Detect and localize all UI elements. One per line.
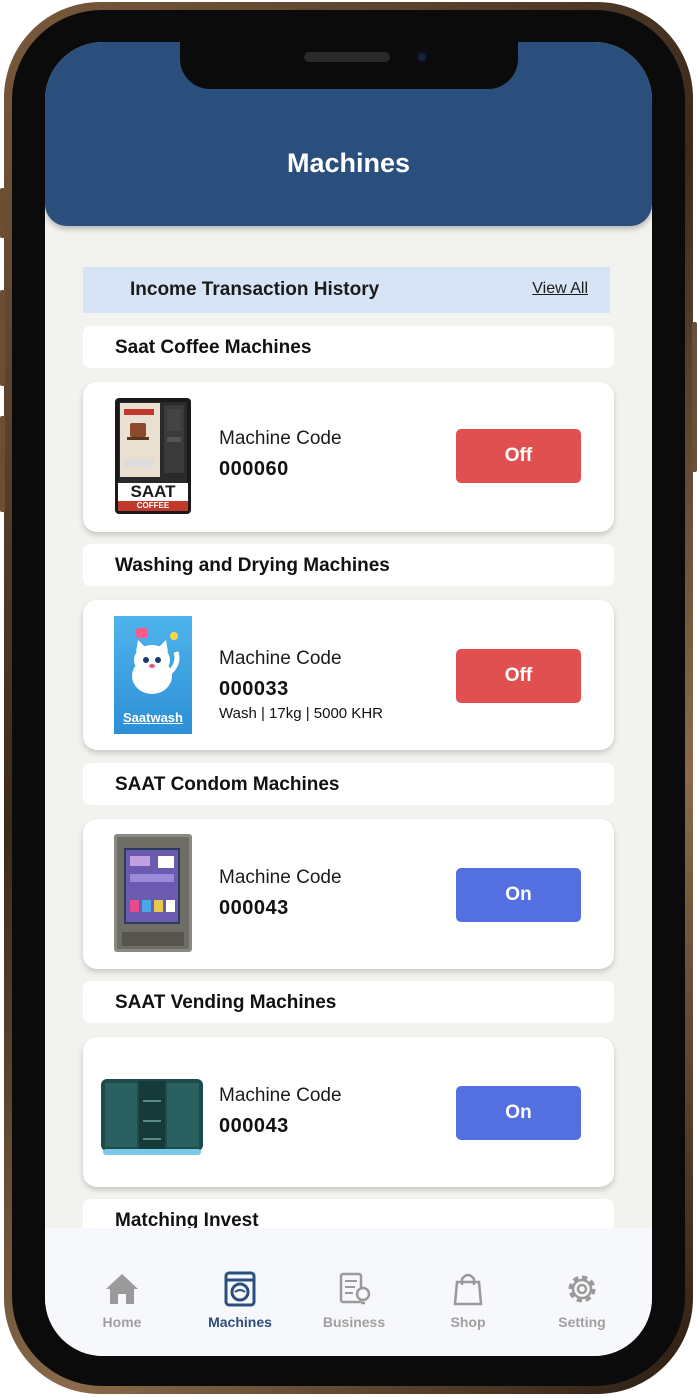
coffee-brand-text: SAAT: [130, 482, 176, 501]
section-condom-machines: SAAT Condom Machines: [83, 763, 614, 805]
section-title: SAAT Vending Machines: [115, 992, 337, 1013]
section-coffee-machines: Saat Coffee Machines: [83, 326, 614, 368]
nav-label: Business: [322, 1314, 386, 1330]
section-washing-machines: Washing and Drying Machines: [83, 544, 614, 586]
section-vending-machines: SAAT Vending Machines: [83, 981, 614, 1023]
washing-machine-icon: [221, 1270, 259, 1308]
machine-card-vending[interactable]: Machine Code 000043 On: [83, 1037, 614, 1187]
nav-business[interactable]: Business: [304, 1270, 404, 1330]
saatwash-image: Saatwash: [114, 616, 192, 734]
machine-card-coffee[interactable]: SAAT COFFEE Machine Code 000060 Off: [83, 382, 614, 532]
notch: [180, 42, 518, 89]
income-history-bar: Income Transaction History View All: [83, 267, 610, 313]
front-camera: [415, 50, 429, 64]
side-button-left-3: [0, 416, 5, 512]
nav-label: Home: [102, 1314, 142, 1330]
section-title: Saat Coffee Machines: [115, 337, 312, 358]
vending-machine-image: [101, 1075, 203, 1159]
coffee-machine-image: SAAT COFFEE: [114, 397, 192, 515]
status-toggle-button[interactable]: On: [456, 1086, 581, 1140]
machine-card-washing[interactable]: Saatwash Machine Code 000033 Wash | 17kg…: [83, 600, 614, 750]
nav-setting[interactable]: Setting: [532, 1270, 632, 1330]
coffee-sub-text: COFFEE: [136, 501, 170, 510]
side-button-left-2: [0, 290, 5, 386]
gear-icon: [563, 1270, 601, 1308]
machine-code-label: Machine Code: [219, 1085, 342, 1106]
home-icon: [103, 1270, 141, 1308]
side-button-right: [692, 322, 697, 472]
side-button-left-1: [0, 188, 5, 238]
page-title: Machines: [286, 148, 411, 178]
machine-code-label: Machine Code: [219, 867, 342, 888]
saatwash-logo-text: Saatwash: [123, 710, 183, 725]
section-matching-invest: Matching Invest: [83, 1199, 614, 1228]
nav-machines[interactable]: Machines: [190, 1270, 290, 1330]
status-toggle-button[interactable]: Off: [456, 429, 581, 483]
machine-code-label: Machine Code: [219, 428, 342, 449]
nav-label: Setting: [558, 1314, 606, 1330]
view-all-link[interactable]: View All: [532, 280, 588, 298]
bottom-navigation: Home Machines Business Shop Setting: [45, 1228, 652, 1356]
nav-label: Shop: [450, 1314, 486, 1330]
shopping-bag-icon: [449, 1270, 487, 1308]
nav-shop[interactable]: Shop: [418, 1270, 518, 1330]
machine-code-value: 000033: [219, 678, 289, 700]
status-toggle-button[interactable]: On: [456, 868, 581, 922]
machine-list[interactable]: Income Transaction History View All Saat…: [45, 226, 652, 1228]
section-title: SAAT Condom Machines: [115, 774, 340, 795]
section-title: Washing and Drying Machines: [115, 555, 390, 576]
nav-home[interactable]: Home: [72, 1270, 172, 1330]
screen: Machines Income Transaction History View…: [45, 42, 652, 1356]
machine-code-value: 000043: [219, 1115, 289, 1137]
section-title: Matching Invest: [115, 1210, 259, 1228]
condom-machine-image: [114, 834, 192, 952]
machine-card-condom[interactable]: Machine Code 000043 On: [83, 819, 614, 969]
business-report-icon: [335, 1270, 373, 1308]
machine-code-label: Machine Code: [219, 648, 342, 669]
machine-detail: Wash | 17kg | 5000 KHR: [219, 705, 383, 722]
machine-code-value: 000060: [219, 458, 289, 480]
speaker: [304, 52, 390, 62]
status-toggle-button[interactable]: Off: [456, 649, 581, 703]
nav-label: Machines: [208, 1314, 272, 1330]
income-history-title: Income Transaction History: [130, 279, 380, 300]
machine-code-value: 000043: [219, 897, 289, 919]
